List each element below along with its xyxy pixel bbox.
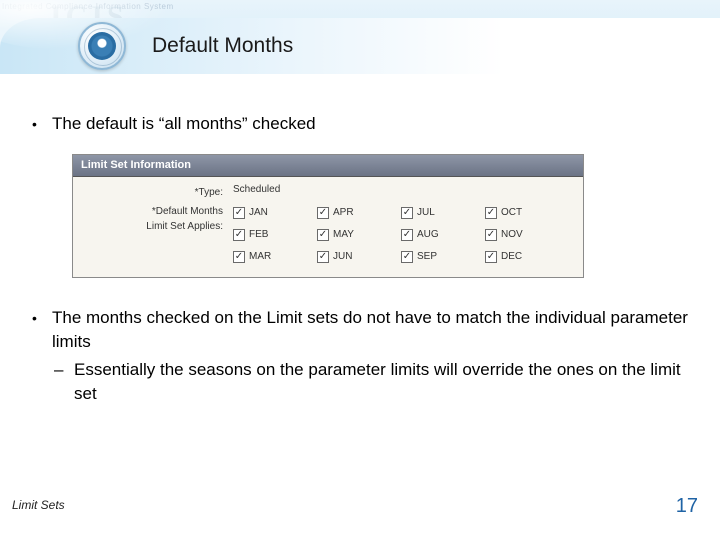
- bullet-1: The default is “all months” checked: [30, 112, 690, 136]
- month-jul: ✓JUL: [401, 203, 477, 223]
- checkbox-may[interactable]: ✓: [317, 229, 329, 241]
- bullet-dot-icon: [30, 112, 52, 136]
- checkbox-mar[interactable]: ✓: [233, 251, 245, 263]
- type-label: Type:: [199, 187, 223, 198]
- checkbox-aug[interactable]: ✓: [401, 229, 413, 241]
- month-aug: ✓AUG: [401, 225, 477, 245]
- epa-logo-icon: [78, 22, 126, 70]
- month-mar: ✓MAR: [233, 247, 309, 267]
- bullet-2-sub-1: Essentially the seasons on the parameter…: [30, 358, 690, 406]
- month-oct: ✓OCT: [485, 203, 561, 223]
- month-dec: ✓DEC: [485, 247, 561, 267]
- bullet-2-text: The months checked on the Limit sets do …: [52, 306, 690, 354]
- month-jan: ✓JAN: [233, 203, 309, 223]
- bullet-1-text: The default is “all months” checked: [52, 112, 316, 136]
- slide-content: The default is “all months” checked Limi…: [0, 72, 720, 405]
- dash-icon: [54, 358, 74, 406]
- panel-title: Limit Set Information: [73, 155, 583, 177]
- checkbox-jan[interactable]: ✓: [233, 207, 245, 219]
- checkbox-dec[interactable]: ✓: [485, 251, 497, 263]
- month-apr: ✓APR: [317, 203, 393, 223]
- section-label: Limit Sets: [12, 498, 65, 512]
- limit-set-info-screenshot: Limit Set Information *Type: *Default Mo…: [72, 154, 584, 278]
- slide-header: Integrated Compliance Information System…: [0, 0, 720, 72]
- month-sep: ✓SEP: [401, 247, 477, 267]
- checkbox-feb[interactable]: ✓: [233, 229, 245, 241]
- default-months-label-line1: Default Months: [156, 206, 223, 217]
- month-feb: ✓FEB: [233, 225, 309, 245]
- bullet-2: The months checked on the Limit sets do …: [30, 306, 690, 354]
- type-value: Scheduled: [233, 183, 575, 197]
- page-number: 17: [676, 495, 698, 518]
- slide-title: Default Months: [152, 34, 293, 58]
- months-grid: ✓JAN ✓APR ✓JUL ✓OCT ✓FEB ✓MAY ✓AUG ✓NOV …: [233, 203, 575, 267]
- bullet-2-sub-1-text: Essentially the seasons on the parameter…: [74, 358, 690, 406]
- default-months-label-line2: Limit Set Applies:: [146, 221, 223, 232]
- checkbox-apr[interactable]: ✓: [317, 207, 329, 219]
- checkbox-jul[interactable]: ✓: [401, 207, 413, 219]
- checkbox-nov[interactable]: ✓: [485, 229, 497, 241]
- month-nov: ✓NOV: [485, 225, 561, 245]
- bullet-dot-icon: [30, 306, 52, 354]
- checkbox-oct[interactable]: ✓: [485, 207, 497, 219]
- month-may: ✓MAY: [317, 225, 393, 245]
- checkbox-sep[interactable]: ✓: [401, 251, 413, 263]
- checkbox-jun[interactable]: ✓: [317, 251, 329, 263]
- month-jun: ✓JUN: [317, 247, 393, 267]
